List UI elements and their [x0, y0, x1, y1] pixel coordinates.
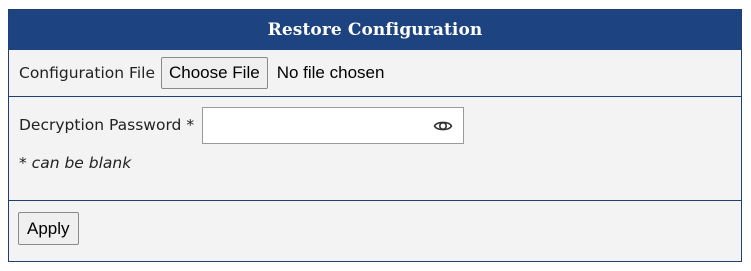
configuration-file-row: Configuration File Choose File No file c…	[9, 50, 741, 97]
choose-file-button[interactable]: Choose File	[160, 57, 268, 89]
restore-configuration-panel: Restore Configuration Configuration File…	[8, 9, 742, 262]
apply-row: Apply	[9, 201, 741, 259]
panel-title: Restore Configuration	[9, 10, 741, 50]
apply-button[interactable]: Apply	[18, 212, 79, 245]
file-status-text: No file chosen	[276, 63, 385, 82]
decryption-password-label: Decryption Password *	[19, 116, 195, 134]
configuration-file-label: Configuration File	[19, 64, 155, 82]
password-blank-note: * can be blank	[19, 154, 132, 172]
decryption-password-row: Decryption Password * * can be blank	[9, 97, 741, 201]
decryption-password-input[interactable]	[203, 107, 464, 143]
eye-icon[interactable]	[433, 117, 453, 135]
decryption-password-field-wrapper	[202, 106, 465, 144]
